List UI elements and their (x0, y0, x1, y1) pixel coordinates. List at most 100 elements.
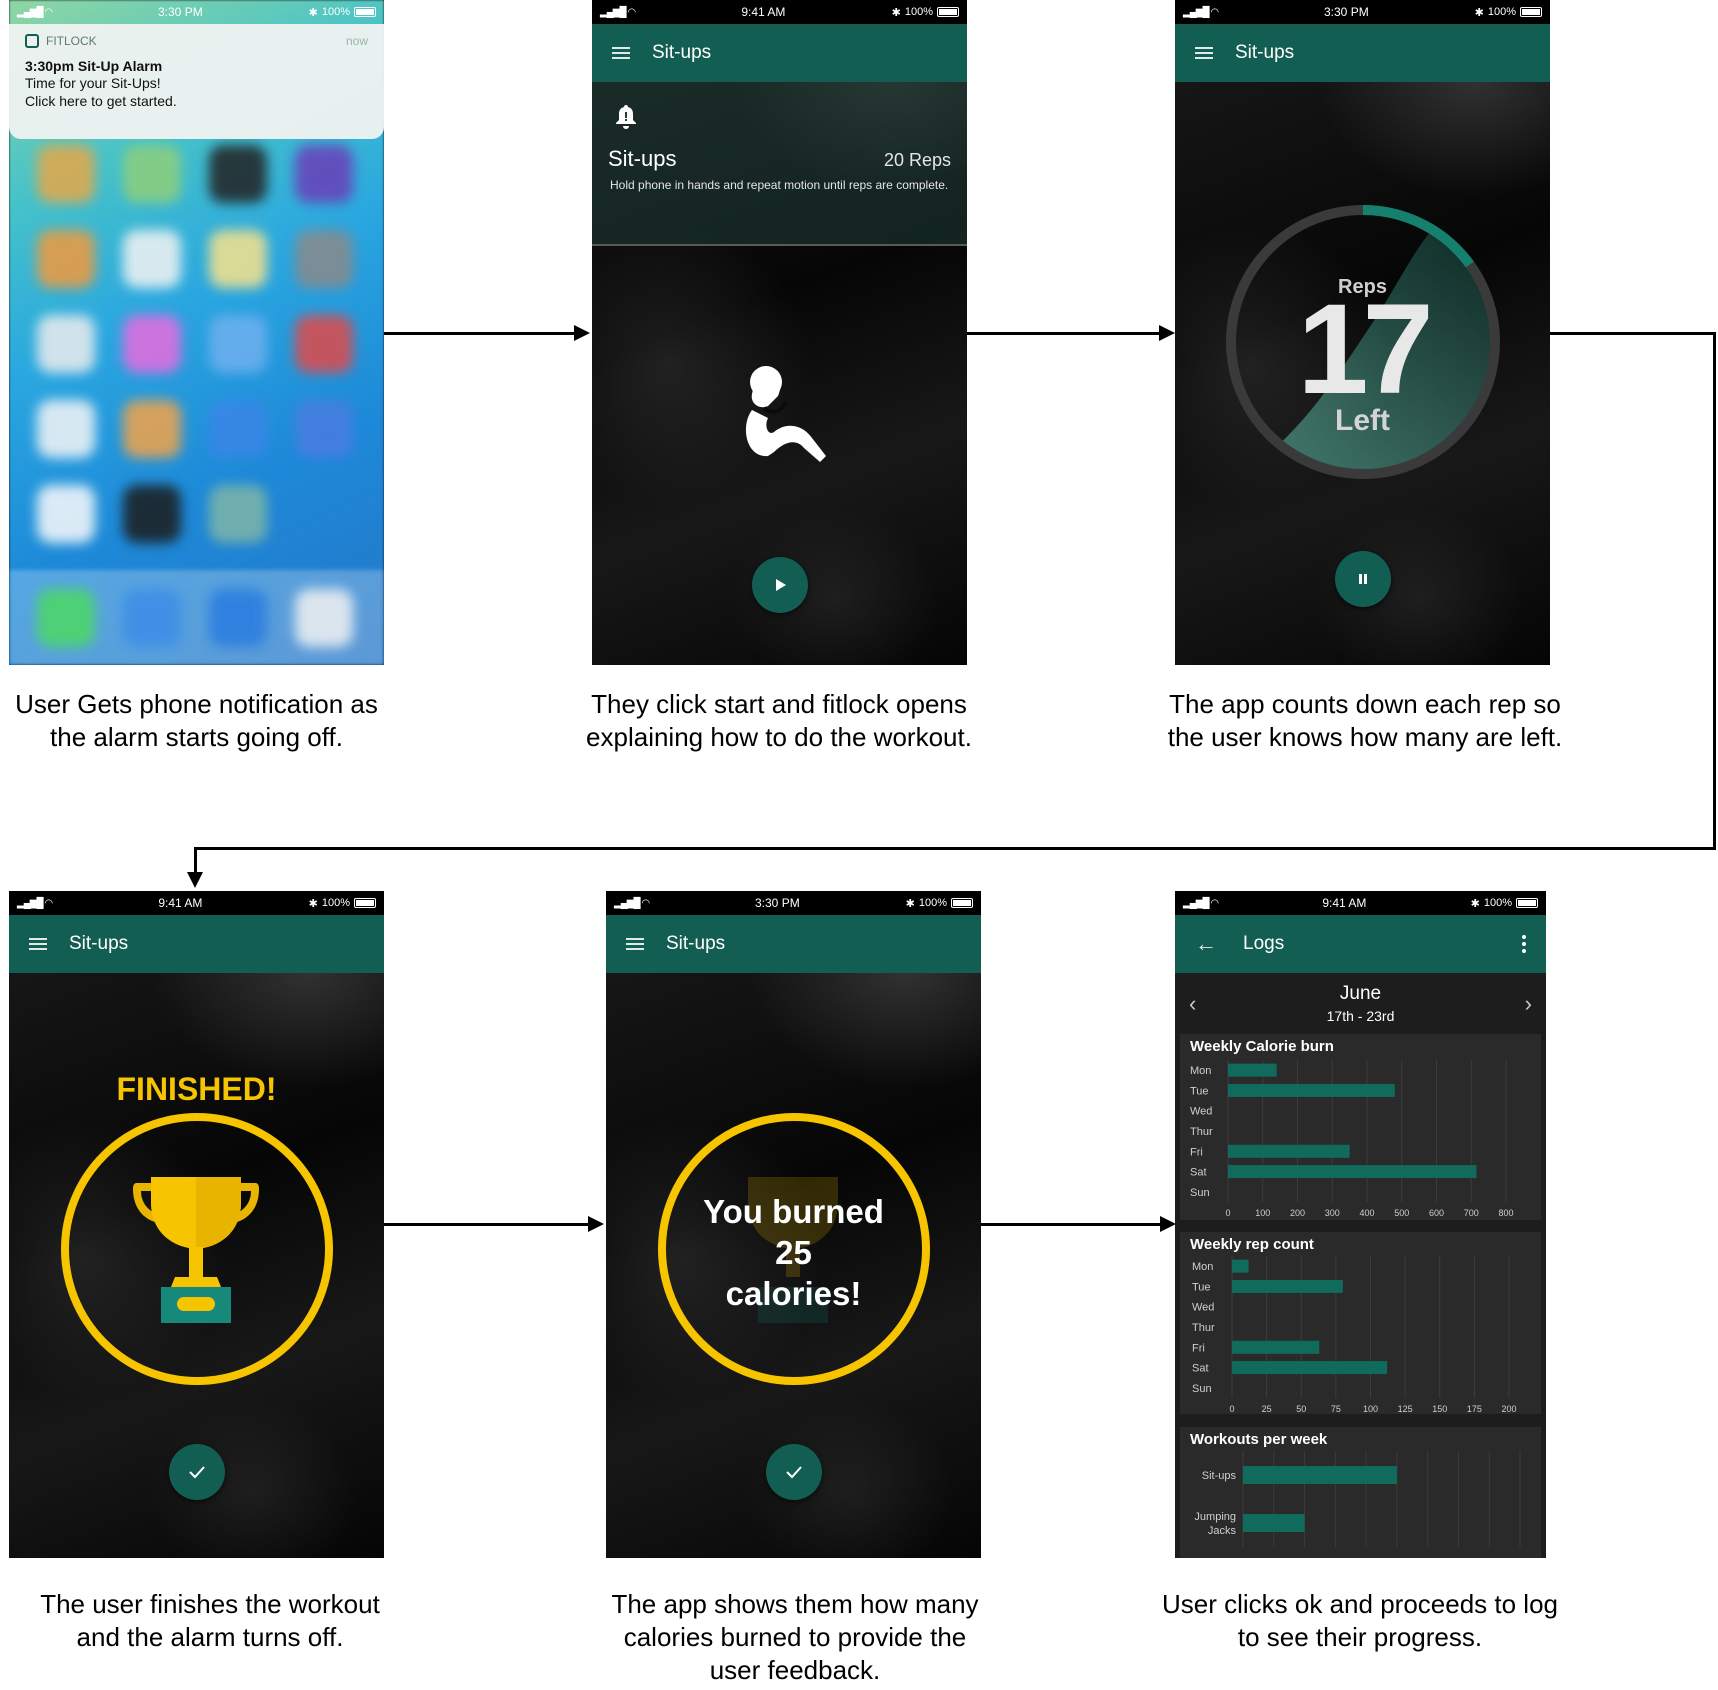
chevron-right-icon[interactable]: › (1525, 991, 1532, 1017)
bluetooth-icon: ✱ (891, 6, 901, 19)
bar (1232, 1340, 1320, 1354)
tick-label: 50 (1296, 1404, 1306, 1414)
battery-percent: 100% (1483, 897, 1512, 909)
week-range: 17th - 23rd (1326, 1008, 1395, 1024)
status-time: 3:30 PM (755, 896, 800, 910)
menu-icon[interactable] (29, 938, 47, 950)
menu-icon[interactable] (612, 47, 630, 59)
calorie-count: 25 (775, 1234, 812, 1271)
category-label: Jumping (1194, 1511, 1236, 1523)
category-label: Wed (1192, 1302, 1214, 1314)
phone-screen-logs: ▂▄▆█ ◠ 9:41 AM ✱ 100% ← Logs ‹ June 17th… (1175, 891, 1546, 1558)
blurred-app-icon (123, 315, 181, 373)
category-label: Sit-ups (1202, 1470, 1237, 1482)
signal-wifi-icon: ▂▄▆█ ◠ (600, 6, 636, 18)
play-button[interactable] (752, 557, 808, 613)
status-bar: ▂▄▆█ ◠ 3:30 PM ✱ 100% (9, 0, 384, 24)
category-label: Sat (1192, 1363, 1209, 1375)
tick-label: 600 (1429, 1208, 1444, 1218)
menu-icon[interactable] (626, 938, 644, 950)
battery-icon (353, 898, 376, 908)
play-icon (776, 579, 786, 591)
pause-button[interactable] (1335, 551, 1391, 607)
bar (1232, 1259, 1249, 1273)
tick-label: 400 (1359, 1208, 1374, 1218)
chevron-left-icon[interactable]: ‹ (1189, 991, 1196, 1017)
notification-body-line2: Click here to get started. (25, 93, 177, 109)
category-label: Mon (1190, 1065, 1211, 1077)
pause-icon (1359, 574, 1367, 584)
bell-icon (616, 105, 636, 129)
blurred-app-icon (295, 400, 353, 458)
tick-label: 100 (1363, 1404, 1378, 1414)
blurred-app-icon (209, 485, 267, 543)
status-time: 3:30 PM (158, 5, 203, 19)
blurred-app-icon (209, 589, 267, 647)
tick-label: 200 (1290, 1208, 1305, 1218)
trophy-icon (133, 1177, 259, 1323)
caption-countdown: The app counts down each rep so the user… (1167, 689, 1563, 752)
blurred-app-icon (295, 589, 353, 647)
phone-screen-instructions: ▂▄▆█ ◠ 9:41 AM ✱ 100% Sit-ups Sit-ups 20… (592, 0, 967, 665)
caption-calories: The app shows them how many calories bur… (611, 1589, 979, 1685)
category-label: Jacks (1208, 1525, 1237, 1537)
blurred-app-icon (295, 145, 353, 203)
status-right: ✱ 100% (309, 6, 376, 19)
tick-label: 100 (1255, 1208, 1270, 1218)
status-bar: ▂▄▆█ ◠ 3:30 PM ✱ 100% (606, 891, 981, 915)
status-time: 9:41 AM (1322, 896, 1367, 910)
category-label: Thur (1192, 1322, 1215, 1334)
tick-label: 200 (1501, 1404, 1516, 1414)
blurred-app-icon (209, 315, 267, 373)
bluetooth-icon: ✱ (1470, 897, 1480, 910)
app-bar: Sit-ups (592, 24, 967, 82)
back-arrow-icon[interactable]: ← (1195, 931, 1217, 957)
fitlock-notification[interactable]: FITLOCK now 3:30pm Sit-Up Alarm Time for… (9, 24, 384, 139)
battery-percent: 100% (1487, 6, 1516, 18)
notification-time: now (345, 34, 368, 48)
app-bar-title: Logs (1243, 933, 1285, 954)
app-bar-title: Sit-ups (69, 933, 129, 954)
app-bar-title: Sit-ups (666, 933, 726, 954)
battery-icon (951, 898, 973, 908)
ok-button[interactable] (766, 1444, 822, 1500)
blurred-app-icon (37, 589, 95, 647)
calorie-message-line1: You burned (703, 1193, 884, 1230)
bar (1228, 1144, 1350, 1158)
tick-label: 125 (1398, 1404, 1413, 1414)
calorie-bar-chart: Mon Tue Wed Thur Fri Sat Sun 0 100 200 300 400 500 60… (1190, 1060, 1514, 1218)
caption-instructions: They click start and fitlock opens expla… (586, 689, 972, 752)
week-month: June (1339, 983, 1382, 1004)
battery-percent: 100% (321, 897, 350, 909)
status-right: ✱ 100% (906, 897, 973, 910)
ok-button[interactable] (169, 1444, 225, 1500)
fitlock-app-icon (25, 34, 39, 48)
workout-info-card: Sit-ups 20 Reps Hold phone in hands and … (592, 82, 967, 246)
calorie-chart-card: Weekly Calorie burn Mon Tue Wed Thur Fri Sat S… (1180, 1034, 1541, 1220)
more-options-icon[interactable] (1522, 935, 1526, 953)
category-label: Mon (1192, 1261, 1213, 1273)
tick-label: 75 (1331, 1404, 1341, 1414)
workout-reps: 20 Reps (883, 150, 951, 170)
progress-track (592, 244, 967, 246)
category-label: Fri (1192, 1342, 1205, 1354)
menu-icon[interactable] (1195, 47, 1213, 59)
homescreen-app-grid (37, 145, 357, 543)
battery-percent: 100% (904, 6, 933, 18)
battery-icon (1515, 898, 1538, 908)
battery-icon (354, 7, 376, 17)
status-bar: ▂▄▆█ ◠ 9:41 AM ✱ 100% (1175, 891, 1546, 915)
caption-finished: The user finishes the workout and the al… (40, 1589, 380, 1652)
reps-remaining: 17 (1297, 278, 1433, 421)
blurred-app-icon (37, 230, 95, 288)
check-icon (786, 1466, 802, 1479)
tick-label: 300 (1325, 1208, 1340, 1218)
status-right: ✱ 100% (309, 897, 376, 910)
blurred-app-icon (37, 485, 95, 543)
category-label: Sun (1190, 1187, 1210, 1199)
status-right: ✱ 100% (892, 6, 959, 19)
rep-bar-chart: Mon Tue Wed Thur Fri Sat Sun 0 25 50 75 100 125 150 17… (1192, 1256, 1517, 1414)
blurred-app-icon (37, 400, 95, 458)
category-label: Sat (1190, 1167, 1207, 1179)
bar (1243, 1514, 1305, 1532)
